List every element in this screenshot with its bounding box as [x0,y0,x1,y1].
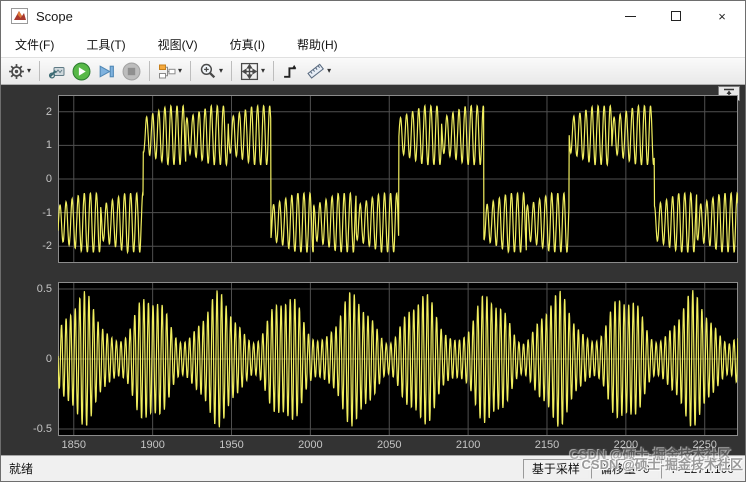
close-button[interactable]: × [699,1,745,31]
scale-axes-button[interactable]: ▾ [237,59,268,83]
step-forward-button[interactable] [94,59,119,83]
scope-display-area: 2 1 0 -1 -2 0.5 0 -0.5 1850 1900 1950 2000 2050 210… [1,85,745,455]
titlebar: Scope × [1,1,745,31]
toolbar-separator [149,61,151,81]
menubar: 文件(F) 工具(T) 视图(V) 仿真(I) 帮助(H) [1,31,745,57]
x-tick-label: 1950 [219,439,244,451]
signal-selector-icon [159,64,176,78]
scope-canvas [58,95,738,263]
window-controls: × [607,1,745,31]
y-tick-label: -0.5 [33,423,52,435]
gear-icon [9,63,24,79]
dropdown-caret-icon[interactable]: ▾ [261,67,265,75]
status-fields: 基于采样 偏移量=0 T=2271.100 [521,458,743,479]
stop-icon [122,62,141,80]
zoom-button[interactable]: ▾ [196,59,226,83]
toolbar-separator [231,61,233,81]
status-text: 就绪 [9,462,34,476]
trigger-icon [284,64,297,78]
y-axis-labels-1: 2 1 0 -1 -2 [1,95,55,263]
x-tick-label: 2000 [298,439,323,451]
y-tick-label: -1 [42,206,52,219]
x-tick-label: 2200 [613,439,639,451]
y-tick-label: 1 [45,139,52,152]
scope-canvas [58,282,738,436]
step-forward-icon [99,64,114,78]
menu-file[interactable]: 文件(F) [5,32,64,57]
trigger-button[interactable] [279,59,303,83]
menu-tools[interactable]: 工具(T) [76,32,135,57]
y-tick-label: 0.5 [36,283,52,295]
scope-panel-1: 2 1 0 -1 -2 [1,95,745,263]
dropdown-caret-icon[interactable]: ▾ [178,67,182,75]
close-icon: × [718,8,726,24]
maximize-icon [671,11,681,21]
toolbar-separator [39,61,41,81]
zoom-icon [200,63,216,79]
stop-button[interactable] [119,59,144,83]
toolbar-separator [190,61,192,81]
window-title: Scope [36,8,73,24]
minimize-button[interactable] [607,1,653,31]
plot-area-1[interactable] [58,95,738,263]
run-button[interactable] [69,59,94,83]
y-tick-label: 0 [45,173,52,185]
goto-block-icon [48,66,65,79]
status-sample-mode: 基于采样 [522,458,589,479]
toolbar-separator [273,61,275,81]
statusbar: 就绪 基于采样 偏移量=0 T=2271.100 [1,455,745,481]
x-tick-label: 2250 [692,439,717,451]
x-tick-label: 1900 [140,439,165,451]
plot-area-2[interactable] [58,282,738,436]
x-tick-label: 1850 [61,439,86,451]
simulink-scope-app-icon [11,8,28,24]
measurements-button[interactable]: ▾ [303,59,334,83]
dropdown-caret-icon[interactable]: ▾ [219,67,223,75]
toolbar: ▾ ▾ ▾ ▾ ▾ [1,57,745,85]
dropdown-caret-icon[interactable]: ▾ [27,67,31,75]
span-arrows-icon [240,62,259,80]
highlight-simulink-block-button[interactable] [45,59,69,83]
parameters-button[interactable]: ▾ [5,59,34,83]
maximize-button[interactable] [653,1,699,31]
dropdown-caret-icon[interactable]: ▾ [327,67,331,75]
scope-window: Scope × 文件(F) 工具(T) 视图(V) 仿真(I) 帮助(H) ▾ … [0,0,746,482]
status-time: T=2271.100 [660,458,743,479]
scope-panel-2: 0.5 0 -0.5 1850 1900 1950 2000 2050 2100 2150 220… [1,282,745,456]
y-tick-label: 2 [45,105,52,118]
menu-help[interactable]: 帮助(H) [287,32,348,57]
x-tick-label: 2100 [455,439,481,451]
y-tick-label: 0 [45,353,52,365]
x-tick-label: 2150 [534,439,560,451]
y-axis-labels-2: 0.5 0 -0.5 [1,282,55,456]
x-axis-labels: 1850 1900 1950 2000 2050 2100 2150 2200 2250 [58,439,738,455]
menu-simulation[interactable]: 仿真(I) [220,32,275,57]
ruler-icon [307,63,325,79]
status-offset: 偏移量=0 [590,458,659,479]
menu-view[interactable]: 视图(V) [148,32,208,57]
play-icon [72,62,91,80]
signal-selector-button[interactable]: ▾ [155,59,185,83]
minimize-icon [624,15,636,17]
x-tick-label: 2050 [376,439,402,451]
y-tick-label: -2 [42,240,52,253]
